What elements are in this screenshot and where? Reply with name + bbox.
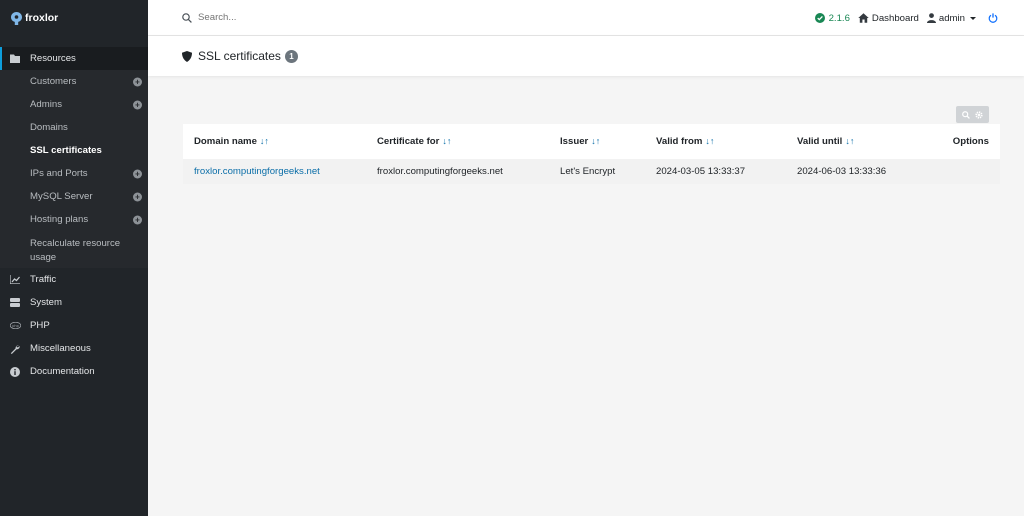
table-tool-buttons	[956, 106, 989, 123]
user-menu[interactable]: admin	[926, 12, 976, 24]
folder-icon	[9, 53, 21, 65]
table-header-row: Domain name ↓↑ Certificate for ↓↑ Issuer ↓↑…	[183, 124, 1000, 159]
sidebar-item-documentation[interactable]: Documentation	[0, 360, 148, 383]
user-icon	[926, 13, 936, 23]
domain-link[interactable]: froxlor.computingforgeeks.net	[194, 166, 320, 177]
sidebar-subitem-hosting-plans[interactable]: Hosting plans +	[0, 208, 148, 231]
sidebar-item-label: Resources	[30, 53, 76, 64]
sidebar-subitem-customers[interactable]: Customers +	[0, 70, 148, 93]
column-header-label: Certificate for	[377, 136, 440, 147]
topbar: 2.1.6 Dashboard admin	[148, 0, 1024, 36]
cell-valid-from: 2024-03-05 13:33:37	[645, 159, 786, 184]
php-icon: php	[9, 320, 21, 332]
shield-icon	[182, 50, 192, 62]
sidebar-item-label: Miscellaneous	[30, 343, 91, 354]
brand-name: froxlor	[25, 12, 59, 24]
sidebar-subitem-mysql-server[interactable]: MySQL Server +	[0, 185, 148, 208]
sidebar-item-php[interactable]: php PHP	[0, 314, 148, 337]
search-icon	[182, 12, 192, 23]
sidebar-subitem-admins[interactable]: Admins +	[0, 93, 148, 116]
expand-plus-icon[interactable]: +	[133, 100, 142, 109]
server-icon	[9, 297, 21, 309]
sort-arrows-icon[interactable]: ↓↑	[260, 136, 269, 146]
sidebar-subitem-label: MySQL Server	[30, 191, 93, 202]
page-header: SSL certificates 1	[148, 36, 1024, 76]
sidebar-subitem-label: Recalculate resource usage	[30, 237, 121, 263]
search-box	[182, 12, 398, 23]
cell-certificate-for: froxlor.computingforgeeks.net	[366, 159, 549, 184]
sidebar-subitem-ips-and-ports[interactable]: IPs and Ports +	[0, 162, 148, 185]
settings-button[interactable]	[975, 110, 983, 119]
sidebar-subitem-label: SSL certificates	[30, 145, 102, 156]
sidebar-subitem-label: Domains	[30, 122, 68, 133]
chart-icon	[9, 274, 21, 286]
cell-valid-until: 2024-06-03 13:33:36	[786, 159, 916, 184]
dashboard-link[interactable]: Dashboard	[858, 13, 919, 24]
froxlor-logo-icon	[11, 11, 22, 25]
sidebar-item-label: Traffic	[30, 274, 57, 285]
cell-options	[916, 159, 1000, 184]
sidebar-item-label: PHP	[30, 320, 50, 331]
version-label: 2.1.6	[828, 12, 850, 24]
chevron-down-icon	[970, 16, 976, 20]
column-header-domain[interactable]: Domain name ↓↑	[183, 124, 366, 159]
sort-arrows-icon[interactable]: ↓↑	[591, 136, 600, 146]
sidebar-subitem-label: Customers	[30, 76, 77, 87]
home-icon	[858, 13, 869, 23]
sidebar: froxlor Resources Customers + Admins + D…	[0, 0, 148, 516]
sidebar-subitem-recalculate-resource-usage[interactable]: Recalculate resource usage	[0, 231, 148, 268]
column-header-label: Valid until	[797, 136, 843, 147]
sidebar-item-resources[interactable]: Resources	[0, 47, 148, 70]
sidebar-subitem-label: Admins	[30, 99, 62, 110]
svg-text:php: php	[12, 324, 20, 328]
search-icon	[962, 110, 971, 119]
version-indicator[interactable]: 2.1.6	[814, 12, 850, 24]
column-header-options: Options	[952, 136, 989, 147]
column-header-label: Domain name	[194, 136, 257, 147]
info-icon	[9, 366, 21, 378]
dashboard-label: Dashboard	[871, 12, 919, 24]
expand-plus-icon[interactable]: +	[133, 192, 142, 201]
column-header-label: Valid from	[656, 136, 703, 147]
sidebar-subitem-ssl-certificates[interactable]: SSL certificates	[0, 139, 148, 162]
check-circle-icon	[814, 13, 825, 23]
sidebar-item-system[interactable]: System	[0, 291, 148, 314]
count-badge: 1	[284, 49, 298, 63]
gear-icon	[975, 110, 983, 119]
sidebar-subitem-label: IPs and Ports	[30, 168, 88, 179]
sort-arrows-icon[interactable]: ↓↑	[845, 136, 854, 146]
wrench-icon	[9, 343, 21, 355]
column-header-label: Issuer	[560, 136, 589, 147]
expand-plus-icon[interactable]: +	[133, 215, 142, 224]
sidebar-subitem-label: Hosting plans	[30, 214, 89, 225]
ssl-certificates-table: Domain name ↓↑ Certificate for ↓↑ Issuer ↓↑…	[183, 124, 1000, 184]
expand-plus-icon[interactable]: +	[133, 169, 142, 178]
search-input[interactable]	[198, 12, 398, 23]
sidebar-item-traffic[interactable]: Traffic	[0, 268, 148, 291]
sidebar-item-label: System	[30, 297, 62, 308]
cell-domain: froxlor.computingforgeeks.net	[183, 159, 366, 184]
expand-plus-icon[interactable]: +	[133, 77, 142, 86]
power-icon[interactable]	[988, 13, 998, 23]
brand[interactable]: froxlor	[0, 0, 148, 36]
search-toggle-button[interactable]	[962, 110, 971, 119]
column-header-valid-until[interactable]: Valid until ↓↑	[786, 124, 916, 159]
sidebar-subitem-domains[interactable]: Domains	[0, 116, 148, 139]
cell-issuer: Let's Encrypt	[549, 159, 645, 184]
sidebar-item-label: Documentation	[30, 366, 95, 377]
column-header-issuer[interactable]: Issuer ↓↑	[549, 124, 645, 159]
table-row: froxlor.computingforgeeks.net froxlor.co…	[183, 159, 1000, 184]
user-label: admin	[938, 12, 965, 24]
sort-arrows-icon[interactable]: ↓↑	[442, 136, 451, 146]
sort-arrows-icon[interactable]: ↓↑	[705, 136, 714, 146]
column-header-certificate-for[interactable]: Certificate for ↓↑	[366, 124, 549, 159]
topbar-right: 2.1.6 Dashboard admin	[814, 0, 998, 36]
column-header-valid-from[interactable]: Valid from ↓↑	[645, 124, 786, 159]
page-title: SSL certificates	[198, 49, 281, 63]
sidebar-item-miscellaneous[interactable]: Miscellaneous	[0, 337, 148, 360]
